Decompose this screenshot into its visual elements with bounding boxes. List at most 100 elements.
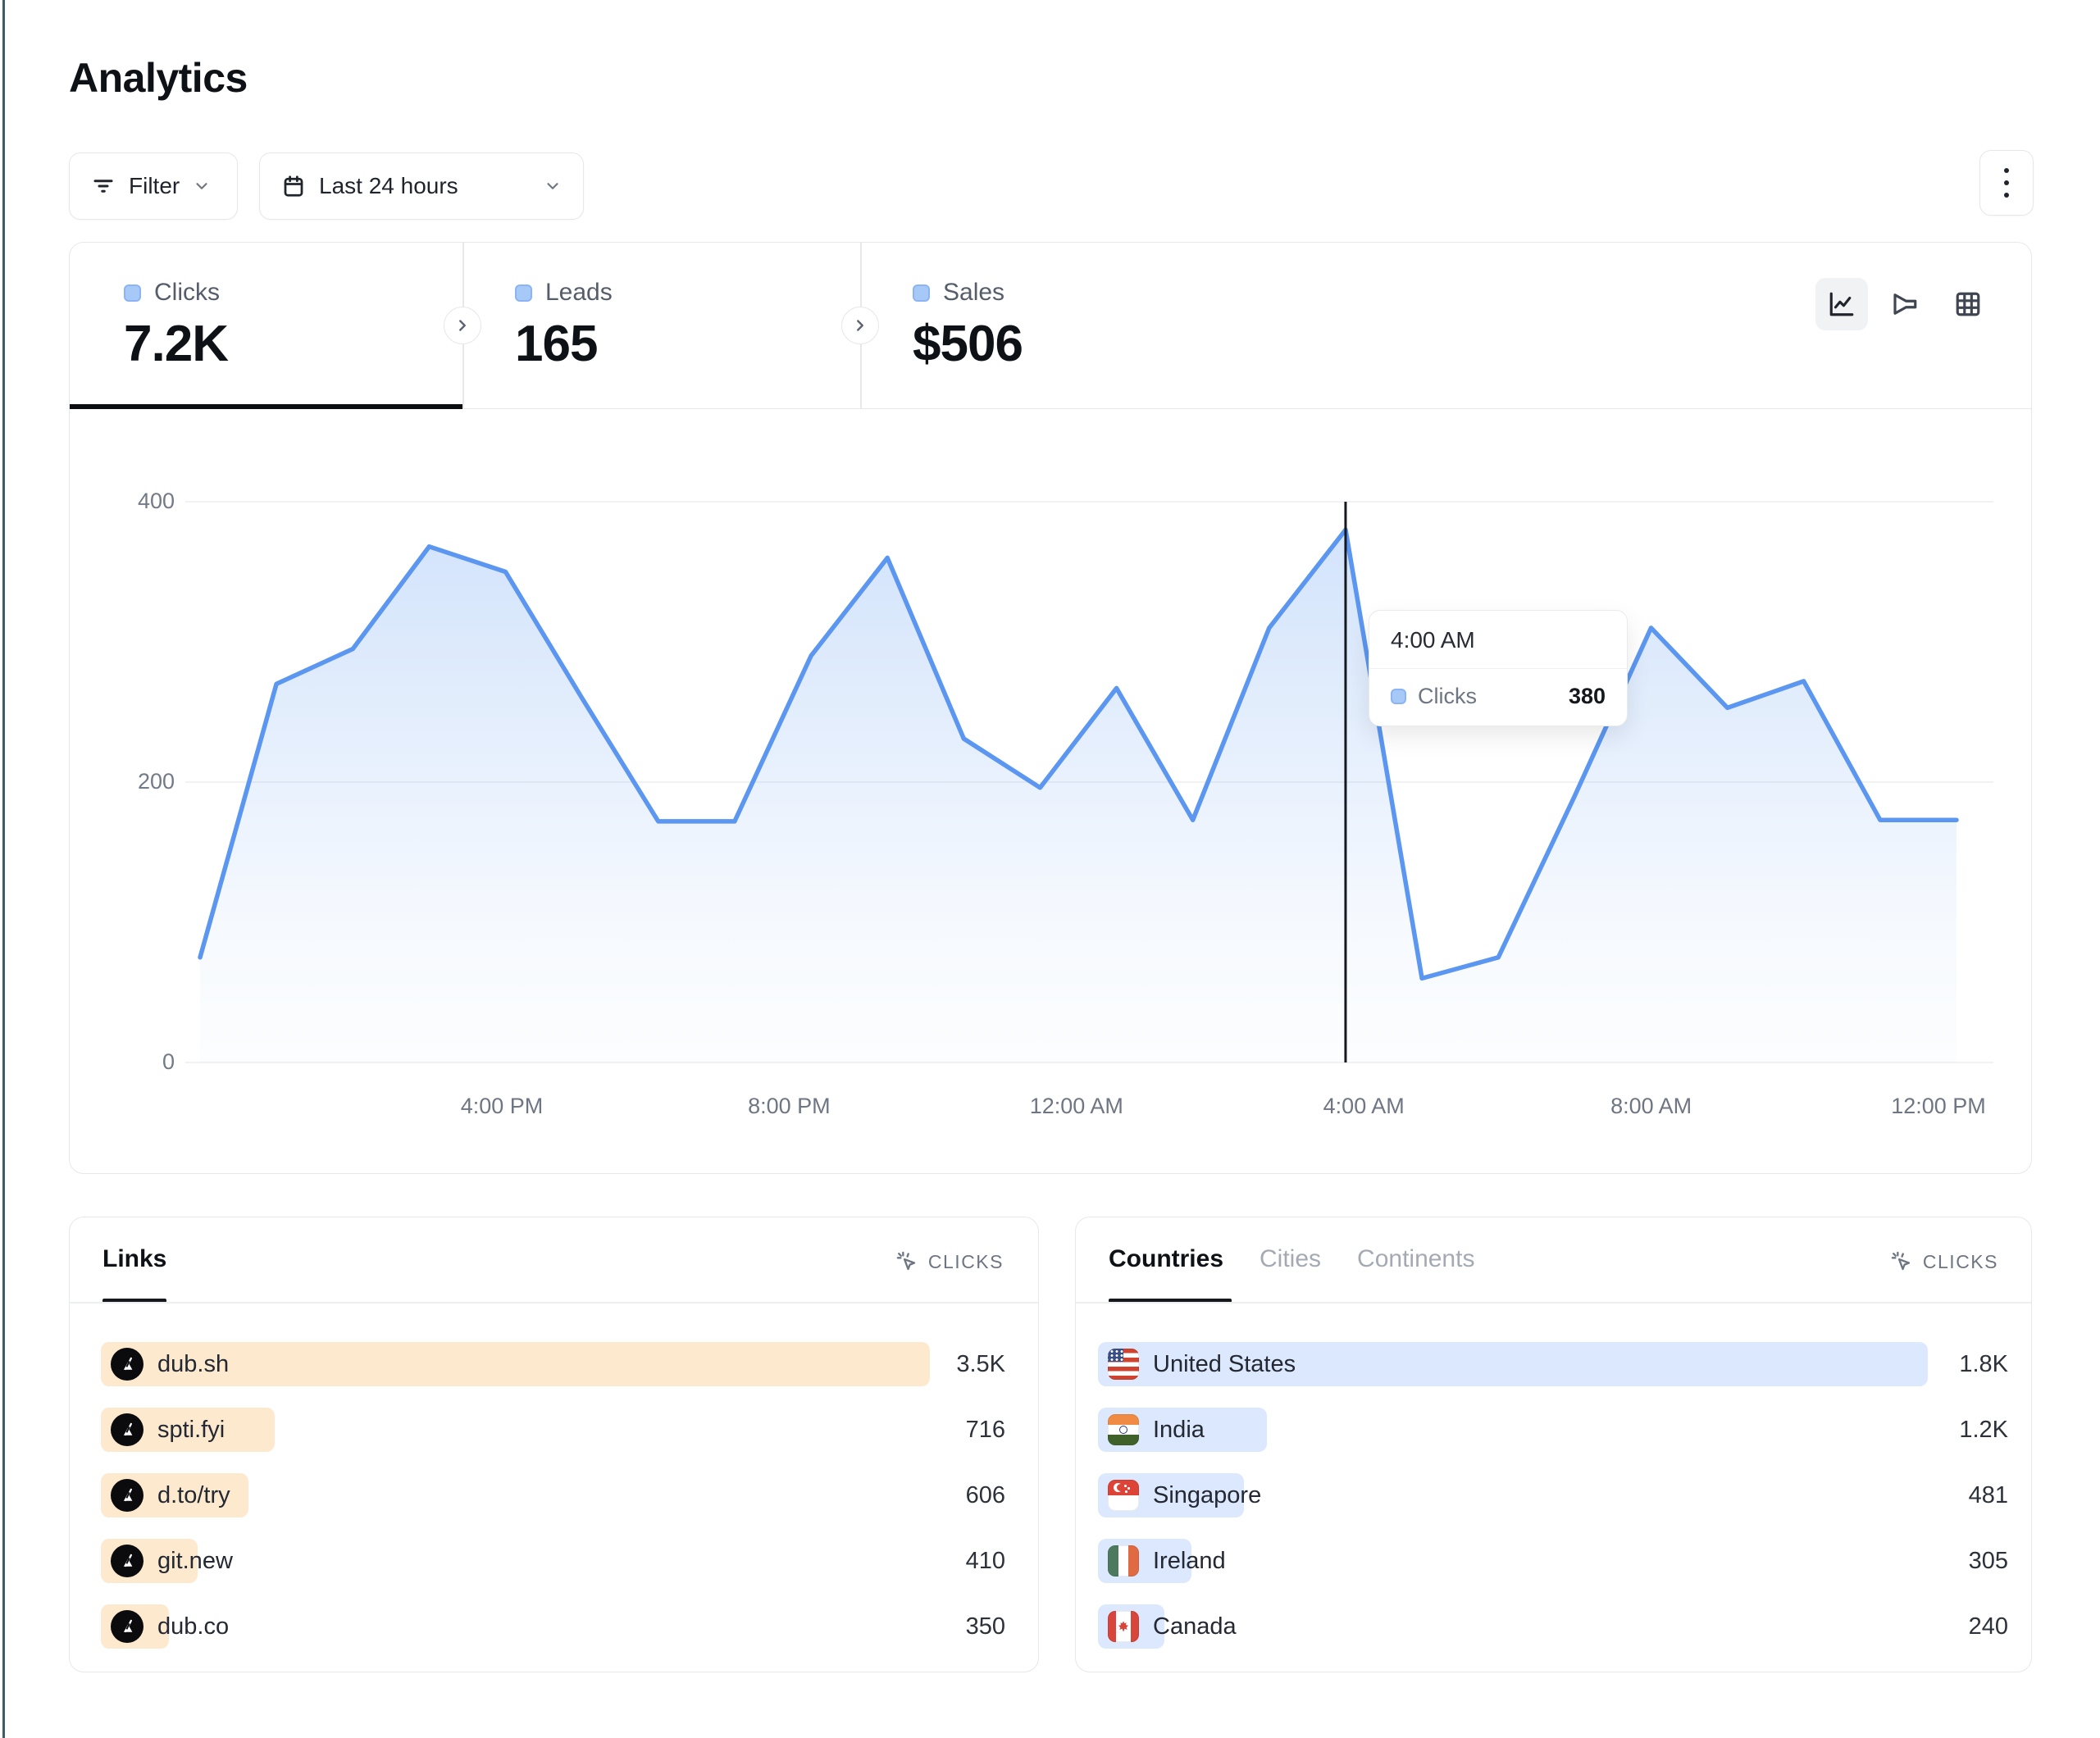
metric-header-label: CLICKS [1923,1251,1998,1273]
list-item[interactable]: spti.fyi 716 [101,1408,1005,1452]
ireland-flag-icon [1108,1545,1139,1576]
list-item[interactable]: India 1.2K [1098,1408,2008,1452]
page-title: Analytics [69,54,248,102]
country-label: United States [1153,1351,1296,1378]
chevron-down-icon [193,177,211,195]
tab-clicks[interactable]: Clicks 7.2K [70,243,462,408]
tab-leads[interactable]: Leads 165 [462,243,860,408]
area-fill [200,530,1957,1062]
x-axis-tick-label: 12:00 AM [1030,1094,1123,1119]
tab-sales[interactable]: Sales $506 [860,243,1270,408]
date-range-button[interactable]: Last 24 hours [259,152,584,220]
x-axis-tick-label: 8:00 PM [748,1094,831,1119]
link-clicks-value: 3.5K [956,1342,1005,1386]
us-flag-icon [1108,1349,1139,1380]
expand-sales-button[interactable] [841,307,879,344]
link-label: dub.co [157,1613,229,1640]
clicks-legend-chip [124,284,141,302]
calendar-icon [281,174,306,198]
list-item[interactable]: dub.sh 3.5K [101,1342,1005,1386]
country-clicks-value: 240 [1969,1604,2008,1649]
more-options-button[interactable] [1979,150,2034,216]
list-item[interactable]: Canada 240 [1098,1604,2008,1649]
countries-panel: Countries Cities Continents CLICKS Unite… [1075,1217,2032,1672]
stats-tabs-row: Clicks 7.2K Leads 165 Sales $506 [70,243,2031,409]
dub-logo-icon [111,1610,143,1643]
list-item[interactable]: d.to/try 606 [101,1473,1005,1517]
cursor-click-icon [895,1250,918,1273]
chart-view-toggles [1815,278,1994,330]
filter-lines-icon [91,174,116,198]
date-range-label: Last 24 hours [319,173,458,199]
y-axis-tick-label: 200 [117,769,175,794]
tooltip-series-label: Clicks [1418,684,1477,709]
tab-links[interactable]: Links [102,1245,166,1273]
country-label: Canada [1153,1613,1237,1640]
funnel-view-button[interactable] [1879,278,1931,330]
stat-value: $506 [913,315,1270,373]
active-tab-underline [70,404,462,409]
line-chart-icon [1827,289,1856,319]
link-label: spti.fyi [157,1417,225,1444]
country-clicks-value: 305 [1969,1539,2008,1583]
country-clicks-value: 1.2K [1959,1408,2008,1452]
country-label: Ireland [1153,1548,1226,1575]
country-clicks-value: 481 [1969,1473,2008,1517]
dub-logo-icon [111,1545,143,1577]
singapore-flag-icon [1108,1480,1139,1511]
link-label: d.to/try [157,1482,230,1509]
tooltip-legend-chip [1391,689,1406,704]
dub-logo-icon [111,1348,143,1381]
link-clicks-value: 606 [966,1473,1005,1517]
metric-header-label: CLICKS [928,1251,1004,1273]
stat-label: Clicks [154,279,220,307]
country-clicks-value: 1.8K [1959,1342,2008,1386]
kebab-icon [2004,168,2009,173]
countries-metric-header[interactable]: CLICKS [1890,1250,1998,1273]
tab-countries[interactable]: Countries [1109,1245,1223,1273]
x-axis-tick-label: 12:00 PM [1891,1094,1986,1119]
x-axis-tick-label: 4:00 AM [1323,1094,1405,1119]
link-label: git.new [157,1548,233,1575]
link-clicks-value: 410 [966,1539,1005,1583]
list-item[interactable]: dub.co 350 [101,1604,1005,1649]
links-metric-header[interactable]: CLICKS [895,1250,1004,1273]
india-flag-icon [1108,1414,1139,1445]
tab-cities[interactable]: Cities [1260,1245,1321,1273]
link-clicks-value: 350 [966,1604,1005,1649]
stat-label: Sales [943,279,1004,307]
line-chart-view-button[interactable] [1815,278,1868,330]
x-axis-tick-label: 8:00 AM [1610,1094,1692,1119]
link-label: dub.sh [157,1351,229,1378]
grid-icon [1953,289,1983,319]
table-view-button[interactable] [1942,278,1994,330]
dub-logo-icon [111,1413,143,1446]
list-item[interactable]: Ireland 305 [1098,1539,2008,1583]
canada-flag-icon [1108,1611,1139,1642]
tooltip-value: 380 [1569,684,1606,709]
list-item[interactable]: git.new 410 [101,1539,1005,1583]
y-axis-tick-label: 0 [117,1049,175,1075]
list-item[interactable]: United States 1.8K [1098,1342,2008,1386]
stat-label: Leads [545,279,613,307]
x-axis-tick-label: 4:00 PM [461,1094,544,1119]
links-panel: Links CLICKS dub.sh 3.5K spti.fyi [69,1217,1039,1672]
list-item[interactable]: Singapore 481 [1098,1473,2008,1517]
expand-leads-button[interactable] [444,307,481,344]
sales-legend-chip [913,284,930,302]
country-label: Singapore [1153,1482,1261,1509]
dub-logo-icon [111,1479,143,1512]
chevron-down-icon [544,177,562,195]
filter-button[interactable]: Filter [69,152,238,220]
window-edge [2,0,5,1738]
chevron-right-icon [453,316,471,334]
clicks-area-chart[interactable] [185,502,1993,1062]
chevron-right-icon [851,316,869,334]
link-clicks-value: 716 [966,1408,1005,1452]
chart-tooltip: 4:00 AM Clicks 380 [1369,610,1628,726]
tab-continents[interactable]: Continents [1357,1245,1474,1273]
filter-button-label: Filter [129,173,180,199]
funnel-icon [1890,289,1920,319]
stat-value: 165 [515,315,860,373]
country-label: India [1153,1417,1205,1444]
